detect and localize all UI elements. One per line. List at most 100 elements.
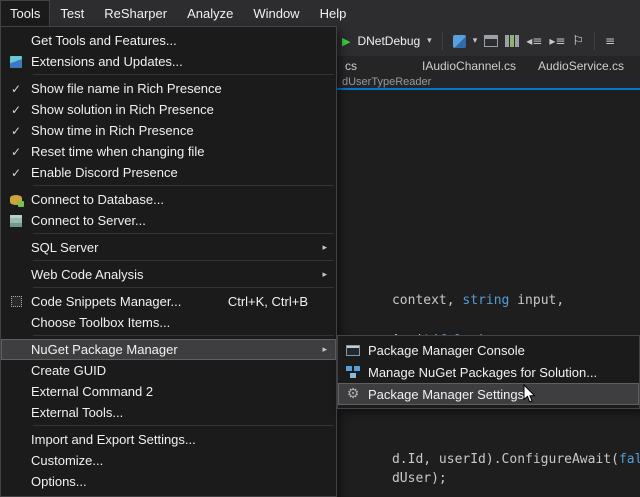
menu-item-label: Choose Toolbox Items... xyxy=(31,315,336,330)
code-line: context, string input, xyxy=(345,278,564,323)
menu-item-import-export-settings[interactable]: Import and Export Settings... xyxy=(1,429,336,450)
code-keyword: string xyxy=(462,293,509,308)
menu-icon-slot: ⚙ xyxy=(338,387,368,401)
menu-icon-slot: ✓ xyxy=(1,166,31,180)
menu-item-package-manager-settings[interactable]: ⚙ Package Manager Settings xyxy=(338,383,639,405)
columns-icon[interactable] xyxy=(505,35,519,47)
menu-item-show-file-name-rich-presence[interactable]: ✓ Show file name in Rich Presence xyxy=(1,78,336,99)
menu-item-connect-to-database[interactable]: Connect to Database... xyxy=(1,189,336,210)
previous-item-list-icon[interactable]: ◂≡ xyxy=(526,34,542,48)
toolbar-content: ▶ DNetDebug ▾ ▾ ◂≡ ▸≡ ⚐ ≡ xyxy=(342,26,615,56)
menu-item-label: Connect to Server... xyxy=(31,213,336,228)
menu-item-sql-server[interactable]: SQL Server ▸ xyxy=(1,237,336,258)
menu-item-choose-toolbox-items[interactable]: Choose Toolbox Items... xyxy=(1,312,336,333)
menu-item-web-code-analysis[interactable]: Web Code Analysis ▸ xyxy=(1,264,336,285)
menu-item-label: Customize... xyxy=(31,453,336,468)
menu-item-create-guid[interactable]: Create GUID xyxy=(1,360,336,381)
menu-icon-slot xyxy=(338,366,368,378)
menu-item-nuget-package-manager[interactable]: NuGet Package Manager ▸ xyxy=(1,339,336,360)
menu-separator xyxy=(33,74,334,75)
menubar-item-tools[interactable]: Tools xyxy=(0,0,50,26)
menu-item-label: NuGet Package Manager xyxy=(31,342,336,357)
submenu-caret-icon: ▸ xyxy=(322,243,327,253)
menu-separator xyxy=(33,425,334,426)
menu-item-manage-nuget-packages-for-solution[interactable]: Manage NuGet Packages for Solution... xyxy=(338,361,639,383)
new-window-icon[interactable] xyxy=(484,35,498,47)
menu-item-label: Show file name in Rich Presence xyxy=(31,81,336,96)
document-tab-audioservice[interactable]: AudioService.cs xyxy=(538,56,624,76)
menubar-item-analyze[interactable]: Analyze xyxy=(177,0,243,26)
menu-bar: Tools Test ReSharper Analyze Window Help xyxy=(0,0,640,26)
menu-separator xyxy=(33,260,334,261)
code-text: input, xyxy=(509,293,564,308)
toolbar-separator xyxy=(594,32,595,50)
toolbar-separator xyxy=(442,32,443,50)
menu-item-label: SQL Server xyxy=(31,240,336,255)
gear-icon: ⚙ xyxy=(347,387,360,401)
menu-item-label: Manage NuGet Packages for Solution... xyxy=(368,365,639,380)
toolbar-dropdown-caret-icon[interactable]: ▾ xyxy=(473,36,478,46)
menu-item-label: Enable Discord Presence xyxy=(31,165,336,180)
menu-item-package-manager-console[interactable]: Package Manager Console xyxy=(338,339,639,361)
check-icon: ✓ xyxy=(11,82,21,96)
nuget-packages-icon xyxy=(346,366,360,378)
menu-icon-slot xyxy=(1,56,31,68)
debug-target-label[interactable]: DNetDebug xyxy=(357,34,420,48)
check-icon: ✓ xyxy=(11,166,21,180)
menu-item-get-tools-and-features[interactable]: Get Tools and Features... xyxy=(1,30,336,51)
menu-icon-slot xyxy=(1,296,31,307)
menubar-item-window[interactable]: Window xyxy=(243,0,309,26)
menu-separator xyxy=(33,287,334,288)
menu-separator xyxy=(33,335,334,336)
menu-item-label: External Tools... xyxy=(31,405,336,420)
menu-item-label: Get Tools and Features... xyxy=(31,33,336,48)
tools-menu: Get Tools and Features... Extensions and… xyxy=(0,26,337,497)
menubar-item-help[interactable]: Help xyxy=(310,0,357,26)
menu-item-label: Package Manager Console xyxy=(368,343,639,358)
menu-item-label: External Command 2 xyxy=(31,384,336,399)
menu-icon-slot: ✓ xyxy=(1,145,31,159)
vs-window: Tools Test ReSharper Analyze Window Help… xyxy=(0,0,640,497)
menu-icon-slot: ✓ xyxy=(1,124,31,138)
code-keyword: false xyxy=(619,452,640,467)
check-icon: ✓ xyxy=(11,145,21,159)
menu-item-label: Connect to Database... xyxy=(31,192,336,207)
document-tab-iaudiochannel[interactable]: IAudioChannel.cs xyxy=(422,56,516,76)
menu-separator xyxy=(33,185,334,186)
submenu-caret-icon: ▸ xyxy=(322,270,327,280)
menu-item-extensions-and-updates[interactable]: Extensions and Updates... xyxy=(1,51,336,72)
snippets-icon xyxy=(11,296,22,307)
menu-item-label: Extensions and Updates... xyxy=(31,54,336,69)
menu-item-label: Import and Export Settings... xyxy=(31,432,336,447)
menu-item-label: Code Snippets Manager... xyxy=(31,294,228,309)
menu-item-external-tools[interactable]: External Tools... xyxy=(1,402,336,423)
attach-to-process-icon[interactable] xyxy=(453,35,466,48)
navbar-type-text: dUserTypeReader xyxy=(342,76,431,88)
menubar-item-test[interactable]: Test xyxy=(50,0,94,26)
menu-item-enable-discord-presence[interactable]: ✓ Enable Discord Presence xyxy=(1,162,336,183)
menu-item-external-command-2[interactable]: External Command 2 xyxy=(1,381,336,402)
menubar-item-resharper[interactable]: ReSharper xyxy=(94,0,177,26)
console-icon xyxy=(346,345,360,356)
submenu-caret-icon: ▸ xyxy=(322,345,327,355)
menu-item-show-time-rich-presence[interactable]: ✓ Show time in Rich Presence xyxy=(1,120,336,141)
menu-item-label: Create GUID xyxy=(31,363,336,378)
menu-item-reset-time-when-changing-file[interactable]: ✓ Reset time when changing file xyxy=(1,141,336,162)
mouse-cursor xyxy=(523,384,537,404)
menu-item-label: Options... xyxy=(31,474,336,489)
menu-icon-slot xyxy=(1,195,31,205)
menu-item-code-snippets-manager[interactable]: Code Snippets Manager... Ctrl+K, Ctrl+B xyxy=(1,291,336,312)
task-list-icon[interactable]: ≡ xyxy=(605,34,615,48)
menu-item-customize[interactable]: Customize... xyxy=(1,450,336,471)
menu-item-connect-to-server[interactable]: Connect to Server... xyxy=(1,210,336,231)
bookmark-icon[interactable]: ⚐ xyxy=(572,34,584,49)
start-debug-icon[interactable]: ▶ xyxy=(342,35,350,48)
code-text: context, xyxy=(392,293,462,308)
next-item-list-icon[interactable]: ▸≡ xyxy=(549,34,565,48)
menu-item-show-solution-rich-presence[interactable]: ✓ Show solution in Rich Presence xyxy=(1,99,336,120)
menu-item-options[interactable]: Options... xyxy=(1,471,336,492)
document-tab-partial[interactable]: cs xyxy=(345,56,357,76)
debug-target-caret-icon[interactable]: ▾ xyxy=(427,36,432,46)
menu-icon-slot xyxy=(1,215,31,227)
menu-item-label: Show solution in Rich Presence xyxy=(31,102,336,117)
